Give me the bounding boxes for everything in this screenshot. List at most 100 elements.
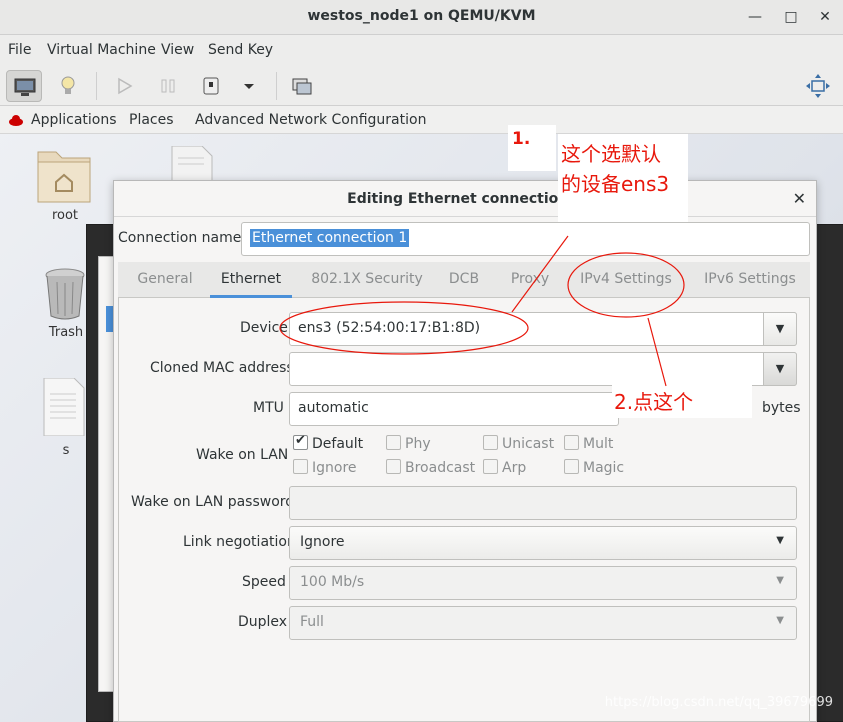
menu-virtual-machine[interactable]: Virtual Machine — [47, 42, 156, 58]
step1-note: 1. — [512, 129, 531, 149]
device-combo[interactable]: ens3 (52:54:00:17:B1:8D) ▼ — [289, 312, 797, 346]
wol-phy-label: Phy — [405, 436, 431, 452]
dialog-close-icon[interactable]: ✕ — [793, 189, 806, 208]
tab-8021x-security[interactable]: 802.1X Security — [296, 262, 438, 298]
file-label: s — [62, 443, 70, 458]
wol-ignore-checkbox[interactable]: Ignore — [293, 459, 357, 476]
tab-ipv6-settings[interactable]: IPv6 Settings — [694, 262, 806, 298]
power-icon — [203, 77, 219, 95]
wol-mult-label: Mult — [583, 436, 614, 452]
close-button[interactable]: ✕ — [815, 8, 835, 26]
shutdown-button[interactable] — [193, 70, 229, 102]
dialog-title: Editing Ethernet connection 1 — [347, 191, 583, 207]
tab-strip: General Ethernet 802.1X Security DCB Pro… — [118, 262, 810, 298]
menu-view[interactable]: View — [161, 42, 194, 58]
menu-file[interactable]: File — [8, 42, 31, 58]
wol-arp-label: Arp — [502, 460, 527, 476]
speed-select[interactable]: 100 Mb/s ▼ — [289, 566, 797, 600]
lightbulb-icon — [61, 76, 75, 94]
device-dropdown-icon[interactable]: ▼ — [763, 312, 797, 346]
tab-proxy[interactable]: Proxy — [500, 262, 560, 298]
folder-icon[interactable] — [36, 146, 92, 204]
note1-line2: 的设备ens3 — [561, 172, 670, 196]
wol-label: Wake on LAN — [196, 447, 289, 463]
speed-label: Speed — [242, 574, 286, 590]
console-button[interactable] — [6, 70, 42, 102]
wol-mult-checkbox[interactable]: Mult — [564, 435, 613, 452]
watermark: https://blog.csdn.net/qq_39679699 — [604, 695, 833, 710]
speed-chevron-icon: ▼ — [776, 575, 784, 586]
menu-send-key[interactable]: Send Key — [208, 42, 273, 58]
step2-note: 2.点这个 — [614, 390, 694, 414]
duplex-chevron-icon: ▼ — [776, 615, 784, 626]
connection-name-input[interactable]: Ethernet connection 1 — [241, 222, 810, 256]
redhat-icon — [9, 115, 23, 126]
speed-value: 100 Mb/s — [300, 574, 365, 590]
run-button[interactable] — [106, 70, 142, 102]
duplex-value: Full — [300, 614, 324, 630]
tab-dcb[interactable]: DCB — [436, 262, 492, 298]
shutdown-menu-button[interactable] — [231, 70, 267, 102]
app-name: Advanced Network Configuration — [195, 112, 427, 128]
wol-default-label: Default — [312, 436, 364, 452]
wol-arp-checkbox[interactable]: Arp — [483, 459, 526, 476]
text-file-icon[interactable] — [42, 378, 86, 436]
connection-name-label: Connection name — [118, 230, 242, 246]
duplex-select[interactable]: Full ▼ — [289, 606, 797, 640]
fullscreen-button[interactable] — [800, 70, 836, 102]
screenshot-icon — [292, 78, 312, 95]
device-label: Device — [240, 320, 288, 336]
tab-ethernet[interactable]: Ethernet — [210, 262, 292, 298]
guest-topbar: Applications Places Advanced Network Con… — [0, 106, 843, 134]
tab-ipv4-settings[interactable]: IPv4 Settings — [566, 262, 686, 298]
link-negotiation-label: Link negotiation — [183, 534, 296, 550]
chevron-down-icon — [244, 84, 254, 89]
pause-button[interactable] — [150, 70, 186, 102]
dialog-titlebar: Editing Ethernet connection 1 ✕ — [114, 181, 816, 217]
connection-name-value: Ethernet connection 1 — [250, 229, 410, 247]
applications-menu[interactable]: Applications — [31, 112, 117, 128]
mtu-input[interactable]: automatic — [289, 392, 619, 426]
wol-magic-checkbox[interactable]: Magic — [564, 459, 624, 476]
link-negotiation-select[interactable]: Ignore ▼ — [289, 526, 797, 560]
fullscreen-icon — [806, 74, 830, 98]
window-title: westos_node1 on QEMU/KVM — [307, 8, 536, 24]
link-negotiation-value: Ignore — [300, 534, 345, 550]
device-value: ens3 (52:54:00:17:B1:8D) — [298, 320, 481, 336]
wol-unicast-label: Unicast — [502, 436, 555, 452]
wol-broadcast-label: Broadcast — [405, 460, 476, 476]
window-titlebar: westos_node1 on QEMU/KVM — □ ✕ — [0, 0, 843, 35]
maximize-button[interactable]: □ — [781, 8, 801, 26]
cloned-mac-label: Cloned MAC address — [150, 360, 294, 376]
mtu-value: automatic — [298, 400, 369, 416]
minimize-button[interactable]: — — [745, 8, 765, 26]
cloned-mac-dropdown-icon[interactable]: ▼ — [763, 352, 797, 386]
link-negotiation-chevron-icon: ▼ — [776, 535, 784, 546]
mtu-label: MTU — [253, 400, 284, 416]
duplex-label: Duplex — [238, 614, 288, 630]
screenshot-button[interactable] — [284, 70, 320, 102]
note1-line1: 这个选默认 — [561, 142, 661, 166]
mtu-unit: bytes — [762, 400, 801, 416]
wol-ignore-label: Ignore — [312, 460, 357, 476]
details-button[interactable] — [50, 70, 86, 102]
tab-general[interactable]: General — [120, 262, 210, 298]
trash-label: Trash — [48, 325, 84, 340]
wol-unicast-checkbox[interactable]: Unicast — [483, 435, 554, 452]
wol-broadcast-checkbox[interactable]: Broadcast — [386, 459, 475, 476]
monitor-icon — [14, 78, 36, 96]
cloned-mac-combo[interactable]: ▼ — [289, 352, 797, 386]
trash-icon[interactable] — [42, 268, 88, 320]
wol-password-label: Wake on LAN password — [131, 494, 295, 510]
wol-magic-label: Magic — [583, 460, 625, 476]
wol-phy-checkbox[interactable]: Phy — [386, 435, 431, 452]
menubar: File Virtual Machine View Send Key — [0, 35, 843, 66]
root-label: root — [51, 208, 79, 223]
places-menu[interactable]: Places — [129, 112, 174, 128]
play-icon — [118, 77, 133, 95]
pause-icon — [161, 79, 175, 93]
wol-password-input[interactable] — [289, 486, 797, 520]
toolbar — [0, 66, 843, 106]
wol-default-checkbox[interactable]: Default — [293, 433, 364, 452]
file-icon[interactable] — [170, 146, 214, 182]
